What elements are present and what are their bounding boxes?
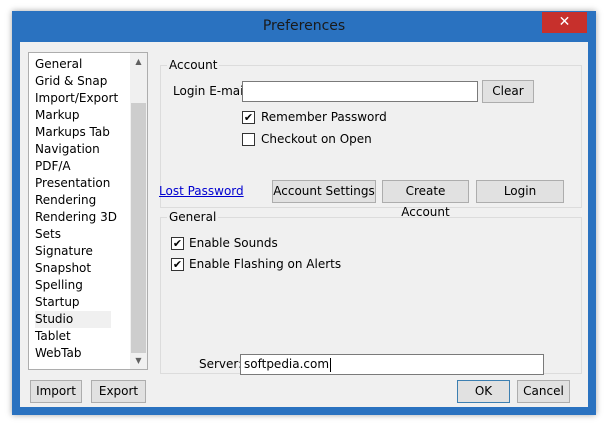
category-item-import-export[interactable]: Import/Export (35, 90, 118, 107)
enable-sounds-label: Enable Sounds (189, 236, 278, 250)
server-label: Server: (199, 357, 243, 371)
category-item-sets[interactable]: Sets (35, 226, 111, 243)
category-item-rendering[interactable]: Rendering (35, 192, 111, 209)
check-icon: ✔ (172, 258, 183, 271)
category-item-pdfa[interactable]: PDF/A (35, 158, 111, 175)
category-item-tablet[interactable]: Tablet (35, 328, 111, 345)
remember-password-label: Remember Password (261, 110, 387, 124)
check-icon: ✔ (243, 111, 254, 124)
account-group-label: Account (167, 58, 220, 72)
category-item-studio[interactable]: Studio (35, 311, 111, 328)
category-item-markup[interactable]: Markup (35, 107, 111, 124)
scrollbar-thumb[interactable] (131, 103, 146, 353)
checkout-on-open-label: Checkout on Open (261, 132, 372, 146)
enable-sounds-checkbox[interactable]: ✔ (171, 237, 184, 250)
import-button[interactable]: Import (30, 380, 82, 403)
category-item-grid-snap[interactable]: Grid & Snap (35, 73, 111, 90)
login-button[interactable]: Login (476, 180, 564, 203)
category-item-markups-tab[interactable]: Markups Tab (35, 124, 111, 141)
checkout-on-open-checkbox[interactable] (242, 133, 255, 146)
window-title: Preferences (262, 18, 346, 34)
category-item-navigation[interactable]: Navigation (35, 141, 111, 158)
title-bar[interactable]: Preferences ✕ (12, 11, 596, 42)
close-icon: ✕ (558, 14, 571, 30)
server-field[interactable]: softpedia.com (240, 354, 544, 375)
check-icon: ✔ (172, 237, 183, 250)
clear-button[interactable]: Clear (482, 80, 534, 103)
scroll-down-icon[interactable]: ▼ (130, 352, 147, 369)
account-settings-button[interactable]: Account Settings (272, 180, 376, 203)
preferences-window: Preferences ✕ General Grid & Snap Import… (12, 11, 596, 415)
create-account-button[interactable]: Create Account (382, 180, 469, 219)
remember-password-checkbox[interactable]: ✔ (242, 111, 255, 124)
category-item-snapshot[interactable]: Snapshot (35, 260, 111, 277)
category-list[interactable]: General Grid & Snap Import/Export Markup… (28, 52, 148, 370)
dialog-body: General Grid & Snap Import/Export Markup… (20, 42, 588, 407)
enable-flashing-checkbox[interactable]: ✔ (171, 258, 184, 271)
category-item-signature[interactable]: Signature (35, 243, 111, 260)
category-item-presentation[interactable]: Presentation (35, 175, 111, 192)
category-item-rendering-3d[interactable]: Rendering 3D (35, 209, 117, 226)
text-caret (330, 357, 332, 372)
login-email-field[interactable] (242, 81, 478, 102)
category-item-startup[interactable]: Startup (35, 294, 111, 311)
general-group-label: General (167, 210, 219, 224)
scroll-up-icon[interactable]: ▲ (130, 53, 147, 70)
cancel-button[interactable]: Cancel (517, 380, 570, 403)
category-item-general[interactable]: General (35, 56, 111, 73)
export-button[interactable]: Export (91, 380, 146, 403)
category-item-webtab[interactable]: WebTab (35, 345, 111, 362)
ok-button[interactable]: OK (457, 380, 510, 403)
category-item-spelling[interactable]: Spelling (35, 277, 111, 294)
category-scrollbar[interactable]: ▲ ▼ (130, 53, 147, 369)
enable-flashing-label: Enable Flashing on Alerts (189, 257, 342, 271)
close-button[interactable]: ✕ (542, 12, 587, 33)
lost-password-link[interactable]: Lost Password (159, 184, 244, 198)
server-field-value: softpedia.com (244, 357, 330, 371)
login-email-label: Login E-mail: (173, 84, 251, 98)
